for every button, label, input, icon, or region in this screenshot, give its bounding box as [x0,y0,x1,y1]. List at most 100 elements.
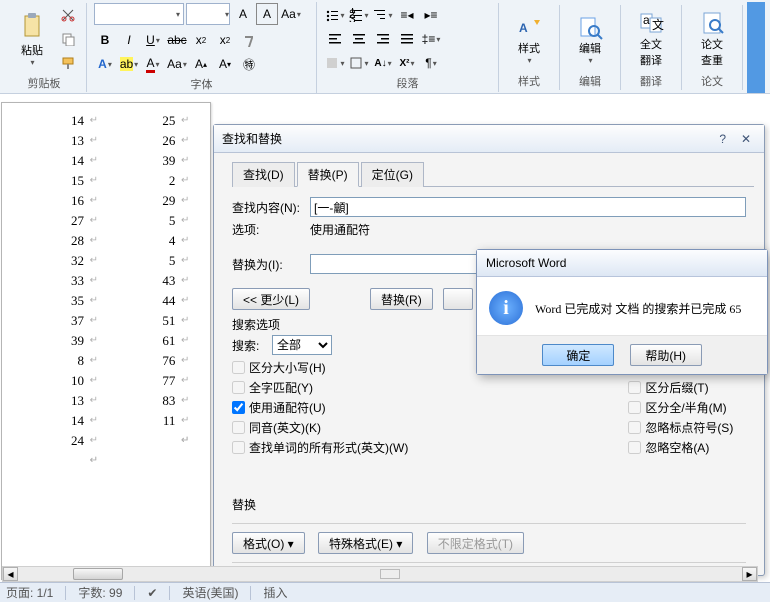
chk-soundslike[interactable]: 同音(英文)(K) [232,419,408,436]
clear-formatting-icon[interactable] [238,29,260,51]
close-icon[interactable]: ✕ [736,132,756,146]
styles-button[interactable]: A 样式▾ [505,9,553,69]
doc-cell[interactable]: 51 [105,311,193,331]
font-color-icon[interactable]: A▾ [142,53,164,75]
italic-icon[interactable]: I [118,29,140,51]
msgbox-help-button[interactable]: 帮助(H) [630,344,702,366]
doc-cell[interactable]: 35 [14,291,102,311]
change-case-icon[interactable]: Aa▾ [280,3,302,25]
doc-cell[interactable]: 13 [14,391,102,411]
less-button[interactable]: << 更少(L) [232,288,310,310]
shading-icon[interactable]: ▾ [324,52,346,74]
search-scope-combo[interactable]: 全部 [272,335,332,355]
show-marks-icon[interactable]: ¶▾ [420,52,442,74]
sb-language[interactable]: 英语(美国) [182,584,238,601]
replace-all-button-partial[interactable] [443,288,473,310]
multilevel-list-icon[interactable]: ▾ [372,4,394,26]
justify-icon[interactable] [396,28,418,50]
doc-cell[interactable]: 43 [105,271,193,291]
format-button[interactable]: 格式(O) ▾ [232,532,305,554]
doc-cell[interactable]: 32 [14,251,102,271]
scroll-thumb[interactable] [73,568,123,580]
highlight-icon[interactable]: ab▾ [118,53,140,75]
strikethrough-icon[interactable]: abc [166,29,188,51]
character-border-icon[interactable]: A [256,3,278,25]
enclose-char-icon[interactable]: ㊕ [238,53,260,75]
font-name-combo[interactable]: ▾ [94,3,184,25]
doc-cell[interactable]: 2 [105,171,193,191]
msgbox-ok-button[interactable]: 确定 [542,344,614,366]
doc-cell[interactable]: 13 [14,131,102,151]
tab-find[interactable]: 查找(D) [232,162,295,187]
horizontal-scrollbar[interactable]: ◂ ▸ [2,566,758,582]
special-format-button[interactable]: 特殊格式(E) ▾ [318,532,413,554]
tabs-icon[interactable]: X²▾ [396,52,418,74]
editing-button[interactable]: 编辑▾ [566,9,614,69]
replace-button[interactable]: 替换(R) [370,288,433,310]
borders-icon[interactable]: ▾ [348,52,370,74]
chk-space[interactable]: 忽略空格(A) [628,439,733,456]
sb-insert[interactable]: 插入 [263,584,287,601]
doc-cell[interactable]: 25 [105,111,193,131]
sb-words[interactable]: 字数: 99 [78,584,122,601]
doc-cell[interactable]: 15 [14,171,102,191]
doc-cell[interactable]: 14 [14,151,102,171]
msgbox-titlebar[interactable]: Microsoft Word [477,250,767,277]
translate-button[interactable]: a文 全文 翻译 [627,9,675,69]
format-painter-icon[interactable] [57,52,79,74]
chk-wildcards[interactable]: 使用通配符(U) [232,399,408,416]
chk-matchcase[interactable]: 区分大小写(H) [232,359,408,376]
doc-cell[interactable]: 77 [105,371,193,391]
sort-icon[interactable]: A↓▾ [372,52,394,74]
bold-icon[interactable]: B [94,29,116,51]
enlarge-font-icon[interactable]: A▴ [190,53,212,75]
doc-cell[interactable]: 11 [105,411,193,431]
dialog-titlebar[interactable]: 查找和替换 ? ✕ [214,125,764,153]
tab-goto[interactable]: 定位(G) [361,162,424,187]
doc-cell[interactable]: 5 [105,251,193,271]
doc-cell[interactable]: 5 [105,211,193,231]
doc-cell[interactable]: 37 [14,311,102,331]
align-left-icon[interactable] [324,28,346,50]
document-page[interactable]: 141314151627283233353739810131424 252639… [1,102,211,580]
doc-cell[interactable]: 33 [14,271,102,291]
chk-wholeword[interactable]: 全字匹配(Y) [232,379,408,396]
doc-cell[interactable]: 28 [14,231,102,251]
doc-cell[interactable]: 27 [14,211,102,231]
scroll-left-icon[interactable]: ◂ [3,567,18,581]
findwhat-input[interactable] [310,197,746,217]
tab-replace[interactable]: 替换(P) [297,162,359,187]
doc-cell[interactable]: 4 [105,231,193,251]
sb-proofing-icon[interactable]: ✔ [147,586,157,600]
scroll-right-icon[interactable]: ▸ [742,567,757,581]
font-size-combo[interactable]: ▾ [186,3,230,25]
numbering-icon[interactable]: 123▾ [348,4,370,26]
doc-cell[interactable]: 76 [105,351,193,371]
doc-cell[interactable]: 39 [105,151,193,171]
doc-cell[interactable]: 24 [14,431,102,451]
doc-cell[interactable]: 61 [105,331,193,351]
thesis-button[interactable]: 论文 查重 [688,9,736,69]
doc-cell[interactable]: 16 [14,191,102,211]
doc-cell[interactable]: 39 [14,331,102,351]
char-shading-icon[interactable]: Aa▾ [166,53,188,75]
doc-cell[interactable]: 14 [14,111,102,131]
chk-punct[interactable]: 忽略标点符号(S) [628,419,733,436]
decrease-indent-icon[interactable]: ≡◂ [396,4,418,26]
collapse-ribbon-icon[interactable] [747,2,765,93]
grow-font-icon[interactable]: A [232,3,254,25]
underline-icon[interactable]: U▾ [142,29,164,51]
sb-page[interactable]: 页面: 1/1 [6,584,53,601]
increase-indent-icon[interactable]: ▸≡ [420,4,442,26]
chk-fullhalf[interactable]: 区分全/半角(M) [628,399,733,416]
doc-cell[interactable]: 10 [14,371,102,391]
superscript-icon[interactable]: x2 [214,29,236,51]
doc-cell[interactable]: 44 [105,291,193,311]
bullets-icon[interactable]: ▾ [324,4,346,26]
shrink-font-icon[interactable]: A▾ [214,53,236,75]
line-spacing-icon[interactable]: ‡≡▾ [420,28,442,50]
cut-icon[interactable] [57,4,79,26]
subscript-icon[interactable]: x2 [190,29,212,51]
copy-icon[interactable] [57,28,79,50]
doc-cell[interactable]: 83 [105,391,193,411]
